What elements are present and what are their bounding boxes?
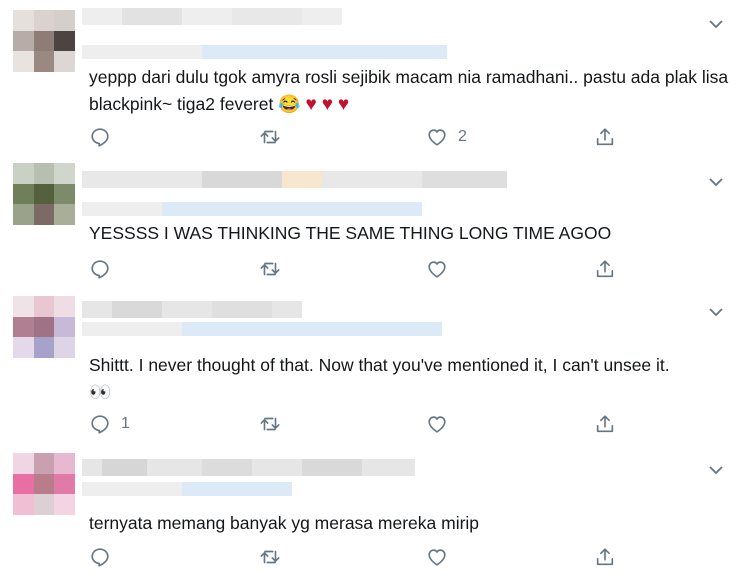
like-icon xyxy=(428,261,446,278)
retweet-icon xyxy=(260,130,280,144)
user-handle xyxy=(82,322,442,336)
share-button[interactable] xyxy=(594,257,616,281)
chevron-down-icon[interactable] xyxy=(708,305,724,317)
like-icon xyxy=(428,416,446,433)
action-bar: 1 xyxy=(89,412,629,436)
reply-count: 1 xyxy=(121,415,130,432)
like-button[interactable] xyxy=(426,412,458,436)
action-bar: 2 xyxy=(89,125,629,149)
avatar[interactable] xyxy=(13,453,75,515)
user-handle xyxy=(82,45,447,59)
reply-button[interactable]: 1 xyxy=(89,412,130,436)
retweet-button[interactable] xyxy=(259,125,291,149)
heart-emoji: ♥ xyxy=(337,94,350,115)
chevron-down-icon[interactable] xyxy=(708,17,724,29)
reply-icon xyxy=(91,128,109,147)
reply-tweet-2: YESSSS I WAS THINKING THE SAME THING LON… xyxy=(0,158,741,288)
retweet-icon xyxy=(260,262,280,276)
retweet-icon xyxy=(260,417,280,431)
reply-icon xyxy=(91,548,109,567)
heart-emoji: ♥ xyxy=(305,94,317,115)
like-button[interactable]: 2 xyxy=(426,125,467,149)
like-button[interactable] xyxy=(426,545,458,569)
reply-tweet-1: yeppp dari dulu tgok amyra rosli sejibik… xyxy=(0,0,741,158)
tweet-text-content: Shittt. I never thought of that. Now tha… xyxy=(89,355,670,375)
user-handle xyxy=(82,202,422,216)
user-name[interactable] xyxy=(82,301,302,318)
user-name[interactable] xyxy=(82,171,507,188)
retweet-button[interactable] xyxy=(259,545,291,569)
user-name[interactable] xyxy=(82,459,415,476)
like-count: 2 xyxy=(458,128,467,145)
tears-of-joy-emoji: 😂 xyxy=(278,94,301,114)
tweet-text-content: YESSSS I WAS THINKING THE SAME THING LON… xyxy=(89,223,612,243)
share-icon xyxy=(596,548,614,566)
avatar[interactable] xyxy=(13,163,75,225)
reply-tweet-3: Shittt. I never thought of that. Now tha… xyxy=(0,288,741,443)
share-button[interactable] xyxy=(594,412,616,436)
reply-tweet-4: ternyata memang banyak yg merasa mereka … xyxy=(0,443,741,579)
tweet-text-content: ternyata memang banyak yg merasa mereka … xyxy=(89,513,480,533)
share-icon xyxy=(596,128,614,146)
reply-button[interactable] xyxy=(89,545,121,569)
retweet-icon xyxy=(260,550,280,564)
tweet-text-content: yeppp dari dulu tgok amyra rosli sejibik… xyxy=(89,67,729,114)
avatar[interactable] xyxy=(13,10,75,72)
tweet-text: ternyata memang banyak yg merasa mereka … xyxy=(89,510,729,537)
share-button[interactable] xyxy=(594,125,616,149)
chevron-down-icon[interactable] xyxy=(708,463,724,475)
like-button[interactable] xyxy=(426,257,458,281)
avatar[interactable] xyxy=(13,296,75,358)
reply-icon xyxy=(91,415,109,434)
retweet-button[interactable] xyxy=(259,257,291,281)
user-handle xyxy=(82,482,292,496)
action-bar xyxy=(89,545,629,569)
share-button[interactable] xyxy=(594,545,616,569)
share-icon xyxy=(596,260,614,278)
eyes-emoji: 👀 xyxy=(89,382,112,402)
reply-icon xyxy=(91,260,109,279)
heart-emoji: ♥ xyxy=(321,94,333,115)
like-icon xyxy=(428,549,446,566)
share-icon xyxy=(596,415,614,433)
user-name[interactable] xyxy=(82,8,342,25)
retweet-button[interactable] xyxy=(259,412,291,436)
tweet-text: yeppp dari dulu tgok amyra rosli sejibik… xyxy=(89,64,729,118)
like-icon xyxy=(428,129,446,146)
chevron-down-icon[interactable] xyxy=(708,175,724,187)
tweet-text: YESSSS I WAS THINKING THE SAME THING LON… xyxy=(89,220,729,247)
reply-button[interactable] xyxy=(89,125,121,149)
tweet-text: Shittt. I never thought of that. Now tha… xyxy=(89,352,729,406)
reply-button[interactable] xyxy=(89,257,121,281)
action-bar xyxy=(89,257,629,281)
